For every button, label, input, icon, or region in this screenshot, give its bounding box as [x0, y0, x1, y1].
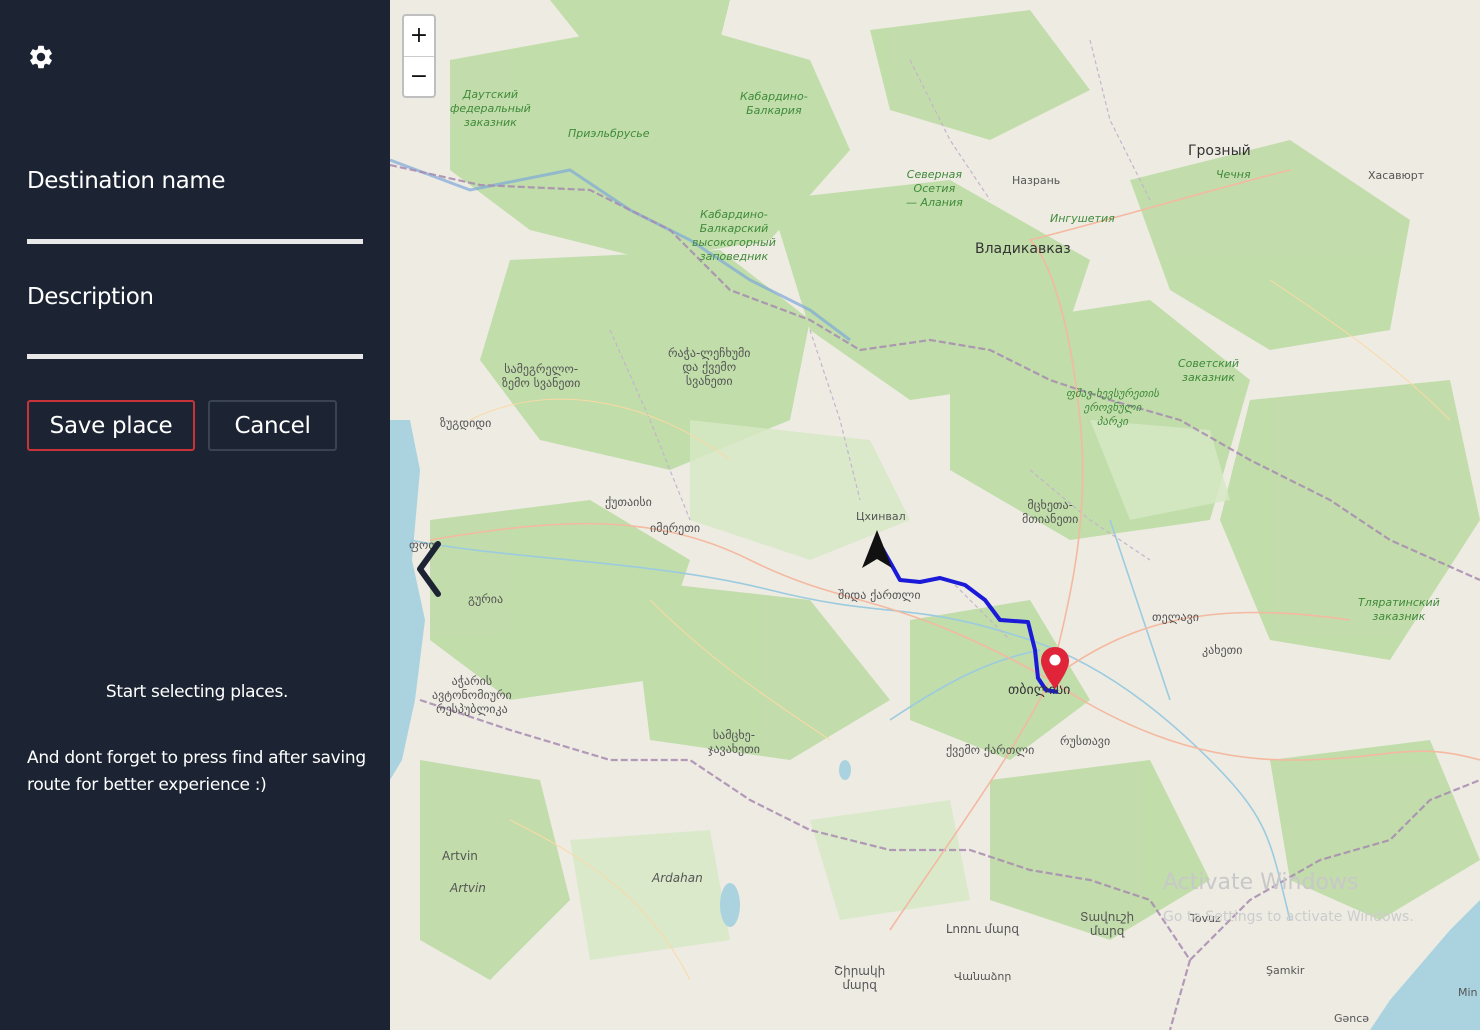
sidebar: Destination name Description Save place … [0, 0, 390, 1030]
map-label: აჭარის ავტონომიური რესპუბლიკა [432, 674, 512, 716]
map-label: Хасавюрт [1368, 169, 1425, 182]
description-label: Description [27, 284, 154, 310]
windows-watermark-subtitle: Go to Settings to activate Windows. [1163, 909, 1414, 925]
map-label: ქუთაისი [605, 495, 652, 509]
map-label: Грозный [1188, 143, 1251, 159]
map-label: Artvin [442, 849, 478, 863]
map-label: Ингушетия [1050, 212, 1115, 225]
zoom-out-button[interactable]: − [404, 56, 434, 96]
start-selecting-hint: Start selecting places. [105, 682, 289, 702]
map-label: Վանաձոր [954, 970, 1012, 983]
map-label: Цхинвал [856, 510, 906, 523]
map-label: Artvin [450, 881, 486, 895]
map-label: ზუგდიდი [440, 416, 492, 430]
windows-watermark: Activate Windows [1163, 870, 1359, 895]
map-view[interactable]: Даутский федеральный заказник Кабардино- Ба… [390, 0, 1480, 1030]
map-label: კახეთი [1202, 643, 1243, 657]
map-label: Շիրակի մարզ [834, 964, 886, 992]
save-place-button[interactable]: Save place [27, 400, 195, 451]
gear-icon[interactable] [27, 42, 55, 72]
map-label: Şamkir [1266, 964, 1305, 977]
map-label: Даутский федеральный заказник [450, 88, 531, 129]
chevron-left-icon[interactable] [414, 540, 444, 598]
map-label: მცხეთა-მთიანეთი [1022, 498, 1079, 526]
map-label: Տավուշի մարզ [1080, 910, 1135, 938]
map-label: Назрань [1012, 174, 1061, 187]
map-label: რაჭა-ლეჩხუმი და ქვემო სვანეთი [668, 346, 751, 388]
map-label: Чечня [1216, 168, 1251, 181]
map-label: Владикавказ [975, 241, 1071, 257]
map-label: შიდა ქართლი [838, 588, 921, 602]
map-label: თელავი [1152, 610, 1199, 624]
map-label: Советский заказник [1178, 357, 1240, 384]
map-label: იმერეთი [650, 521, 701, 535]
cancel-button[interactable]: Cancel [208, 400, 337, 451]
map-label: Кабардино- Балкария [740, 90, 808, 117]
map-label: Gəncə [1334, 1012, 1370, 1025]
zoom-control: + − [402, 14, 436, 98]
map-label: Ardahan [652, 871, 703, 885]
description-input[interactable] [27, 323, 363, 359]
map-label: Кабардино- Балкарский высокогорный заповедн… [692, 208, 776, 263]
map-pin-icon[interactable] [1040, 646, 1070, 690]
navigation-arrow-icon[interactable] [860, 528, 894, 570]
map-label: გურია [468, 592, 504, 606]
map-label: რუსთავი [1060, 734, 1111, 748]
map-label: Приэльбрусье [568, 127, 650, 140]
map-label: სამცხე-ჯავახეთი [708, 728, 760, 756]
destination-name-input[interactable] [27, 208, 363, 244]
map-label: Тляратинский заказник [1358, 596, 1440, 623]
map-label: Լոռու մարզ [946, 922, 1019, 936]
zoom-in-button[interactable]: + [404, 16, 434, 56]
map-label: ქვემო ქართლი [946, 743, 1035, 757]
map-label: Северная Осетия — Алания [906, 168, 963, 209]
find-reminder-hint: And dont forget to press find after savi… [27, 748, 366, 795]
map-label: ფშავ-ხევსურეთის ეროვნული პარკი [1066, 387, 1160, 428]
map-label: Min [1458, 986, 1478, 999]
map-label: სამეგრელო-ზემო სვანეთი [502, 362, 581, 390]
destination-name-label: Destination name [27, 168, 226, 194]
